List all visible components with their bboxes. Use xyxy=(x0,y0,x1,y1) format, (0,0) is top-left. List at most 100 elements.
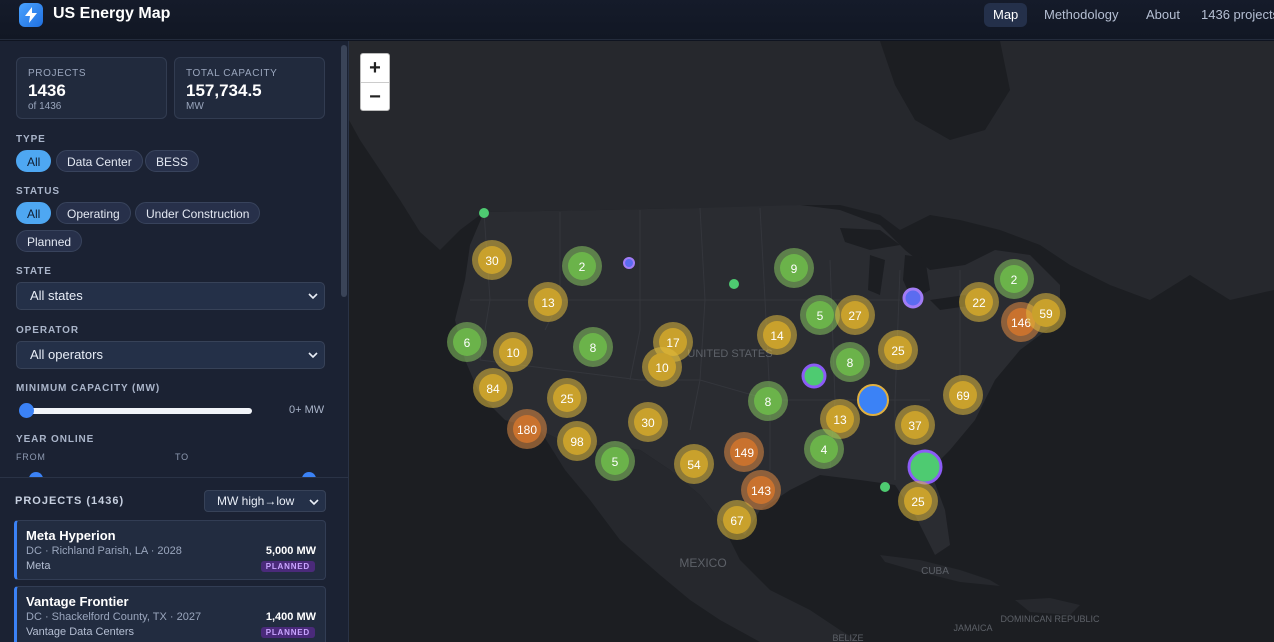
cluster-count: 4 xyxy=(821,443,828,457)
cluster-count: 30 xyxy=(641,416,655,430)
type-chip-all[interactable]: All xyxy=(16,150,52,172)
cluster-marker[interactable]: 27 xyxy=(835,295,875,335)
project-marker[interactable] xyxy=(623,257,635,269)
cluster-marker[interactable]: 8 xyxy=(830,342,870,382)
project-capacity: 1,400 MW xyxy=(265,611,316,623)
project-marker[interactable] xyxy=(880,482,890,492)
min-capacity-slider-thumb[interactable] xyxy=(19,403,34,418)
project-card[interactable]: Vantage Frontier DC · Shackelford County… xyxy=(14,586,326,642)
projects-list-header: PROJECTS (1436) xyxy=(15,495,125,507)
cluster-count: 8 xyxy=(590,341,597,355)
cluster-marker[interactable]: 30 xyxy=(628,402,668,442)
cluster-marker[interactable]: 5 xyxy=(800,295,840,335)
project-marker[interactable] xyxy=(801,363,827,389)
status-chip-under-construction[interactable]: Under Construction xyxy=(135,202,261,224)
cluster-marker[interactable]: 22 xyxy=(959,282,999,322)
cluster-marker[interactable]: 4 xyxy=(804,429,844,469)
cluster-count: 14 xyxy=(770,329,784,343)
nav-map[interactable]: Map xyxy=(984,3,1028,27)
project-name: Vantage Frontier xyxy=(26,594,129,609)
operator-label: OPERATOR xyxy=(16,325,79,336)
cluster-count: 98 xyxy=(570,435,584,449)
type-label: TYPE xyxy=(16,134,46,145)
cluster-marker[interactable]: 6 xyxy=(447,322,487,362)
cluster-count: 84 xyxy=(486,382,500,396)
cluster-count: 17 xyxy=(666,336,680,350)
cluster-marker[interactable]: 54 xyxy=(674,444,714,484)
cluster-count: 10 xyxy=(506,346,520,360)
cluster-marker[interactable]: 25 xyxy=(547,378,587,418)
cluster-marker[interactable]: 67 xyxy=(717,500,757,540)
cluster-marker[interactable]: 13 xyxy=(528,282,568,322)
project-operator: Meta xyxy=(26,560,51,572)
cluster-marker[interactable]: 69 xyxy=(943,375,983,415)
cluster-marker[interactable]: 98 xyxy=(557,421,597,461)
cluster-marker[interactable]: 5 xyxy=(595,441,635,481)
cluster-marker[interactable]: 8 xyxy=(573,327,613,367)
sort-select-value: MW high→low xyxy=(217,494,295,508)
status-chip-operating[interactable]: Operating xyxy=(56,202,131,224)
capacity-stat-sub: MW xyxy=(186,101,204,112)
cluster-marker[interactable]: 9 xyxy=(774,248,814,288)
cluster-marker[interactable]: 8 xyxy=(748,381,788,421)
cluster-marker[interactable]: 2 xyxy=(994,259,1034,299)
cluster-marker[interactable]: 149 xyxy=(724,432,764,472)
cluster-count: 25 xyxy=(560,392,574,406)
project-marker[interactable] xyxy=(479,208,489,218)
min-capacity-slider-track[interactable] xyxy=(22,408,252,414)
state-label: STATE xyxy=(16,266,52,277)
label-dominican-republic: DOMINICAN REPUBLIC xyxy=(1000,614,1100,624)
cluster-count: 13 xyxy=(541,296,555,310)
zoom-in-button[interactable]: + xyxy=(361,54,389,82)
min-capacity-label: MINIMUM CAPACITY (MW) xyxy=(16,383,161,394)
cluster-marker[interactable]: 37 xyxy=(895,405,935,445)
cluster-marker[interactable]: 84 xyxy=(473,368,513,408)
chevron-down-icon xyxy=(309,499,319,506)
label-mexico: MEXICO xyxy=(679,556,726,570)
cluster-marker[interactable]: 59 xyxy=(1026,293,1066,333)
project-marker[interactable] xyxy=(729,279,739,289)
lightning-logo-icon xyxy=(19,3,43,27)
status-chip-planned[interactable]: Planned xyxy=(16,230,83,252)
operator-select[interactable]: All operators xyxy=(16,341,325,369)
cluster-marker[interactable]: 2 xyxy=(562,246,602,286)
state-select-value: All states xyxy=(30,288,83,303)
sort-select[interactable]: MW high→low xyxy=(204,490,326,512)
cluster-count: 54 xyxy=(687,458,701,472)
label-jamaica: JAMAICA xyxy=(953,623,992,633)
nav-about[interactable]: About xyxy=(1137,3,1189,27)
cluster-count: 180 xyxy=(517,423,537,437)
year-online-label: YEAR ONLINE xyxy=(16,434,95,445)
cluster-marker[interactable]: 10 xyxy=(493,332,533,372)
sidebar-scrollbar[interactable] xyxy=(341,45,347,297)
cluster-marker[interactable]: 25 xyxy=(898,481,938,521)
status-chip-all[interactable]: All xyxy=(16,202,52,224)
project-marker[interactable] xyxy=(902,287,924,309)
capacity-stat-label: TOTAL CAPACITY xyxy=(186,68,278,79)
cluster-marker[interactable]: 14 xyxy=(757,315,797,355)
project-marker[interactable] xyxy=(907,449,943,485)
zoom-out-button[interactable]: − xyxy=(361,83,389,111)
type-chip-data-center[interactable]: Data Center xyxy=(56,150,143,172)
sidebar: PROJECTS 1436 of 1436 TOTAL CAPACITY 157… xyxy=(0,41,349,642)
map-base: UNITED STATES MEXICO CUBA DOMINICAN REPU… xyxy=(349,41,1274,642)
type-chip-bess[interactable]: BESS xyxy=(145,150,200,172)
cluster-count: 8 xyxy=(847,356,854,370)
status-label: STATUS xyxy=(16,186,60,197)
nav-methodology[interactable]: Methodology xyxy=(1035,3,1127,27)
year-to-label: TO xyxy=(175,452,189,462)
project-card[interactable]: Meta Hyperion DC · Richland Parish, LA ·… xyxy=(14,520,326,580)
project-marker[interactable] xyxy=(857,384,889,416)
cluster-count: 2 xyxy=(579,260,586,274)
status-badge: PLANNED xyxy=(260,561,315,572)
project-capacity: 5,000 MW xyxy=(265,545,316,557)
operator-select-value: All operators xyxy=(30,347,103,362)
cluster-count: 8 xyxy=(765,395,772,409)
map-canvas[interactable]: UNITED STATES MEXICO CUBA DOMINICAN REPU… xyxy=(349,41,1274,642)
state-select[interactable]: All states xyxy=(16,282,325,310)
cluster-marker[interactable]: 180 xyxy=(507,409,547,449)
cluster-marker[interactable]: 30 xyxy=(472,240,512,280)
cluster-marker[interactable]: 25 xyxy=(878,330,918,370)
cluster-marker[interactable]: 10 xyxy=(642,347,682,387)
projects-stat-label: PROJECTS xyxy=(28,68,87,79)
